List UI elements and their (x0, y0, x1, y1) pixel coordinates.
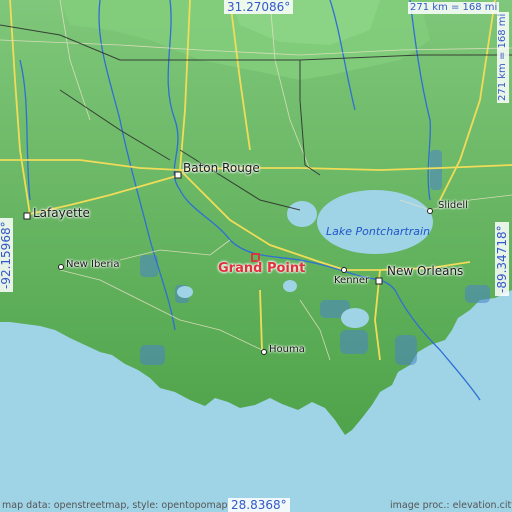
lafayette-marker (23, 212, 31, 220)
right-longitude-label: -89.34718° (495, 222, 509, 296)
city-label-slidell[interactable]: Slidell (438, 201, 468, 211)
city-label-new-orleans[interactable]: New Orleans (387, 265, 463, 277)
vertical-scale-label: 271 km = 168 mi (497, 11, 509, 103)
grand-point-marker (251, 253, 260, 262)
lake-label-pontchartrain: Lake Pontchartrain (326, 225, 431, 238)
markers-layer (23, 171, 433, 355)
city-label-new-iberia[interactable]: New Iberia (66, 260, 119, 270)
image-processing-credit: image proc.: elevation.city (390, 500, 512, 511)
baton-rouge-marker (174, 171, 182, 179)
map-canvas[interactable]: Baton Rouge Lafayette New Iberia Kenner … (0, 0, 512, 512)
city-label-lafayette[interactable]: Lafayette (33, 207, 90, 219)
left-longitude-label: -92.15968° (0, 218, 13, 292)
bottom-latitude-label: 28.8368° (228, 498, 290, 512)
new-iberia-marker (58, 264, 64, 270)
slidell-marker (427, 208, 433, 214)
city-label-houma[interactable]: Houma (269, 345, 305, 355)
horizontal-scale-label: 271 km = 168 mi (408, 2, 500, 14)
houma-marker (261, 349, 267, 355)
city-label-kenner[interactable]: Kenner (334, 276, 369, 286)
new-orleans-marker (375, 277, 383, 285)
kenner-marker (341, 267, 347, 273)
target-label-grand-point[interactable]: Grand Point (218, 262, 305, 275)
city-label-baton-rouge[interactable]: Baton Rouge (183, 162, 260, 174)
map-data-credit: map data: openstreetmap, style: opentopo… (2, 500, 228, 511)
top-latitude-label: 31.27086° (224, 0, 294, 14)
